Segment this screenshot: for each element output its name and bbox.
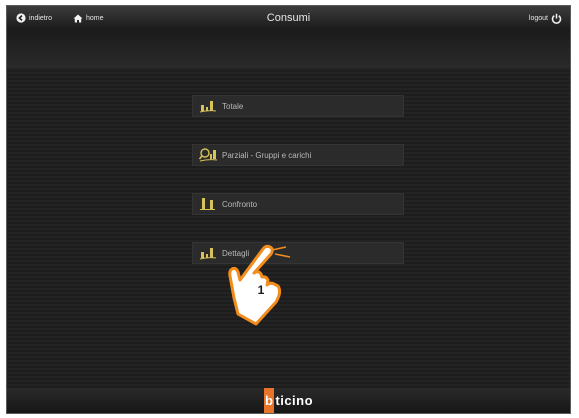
menu-item-dettagli[interactable]: Dettagli: [192, 242, 404, 264]
menu-item-totale[interactable]: Totale: [192, 95, 404, 117]
step-number: 1: [257, 283, 265, 297]
brand-logo: b ticino: [7, 388, 570, 413]
footer-bar: b ticino: [7, 388, 570, 413]
compare-chart-icon: [197, 194, 219, 214]
menu-item-label: Confronto: [222, 199, 258, 209]
menu-item-label: Totale: [222, 101, 244, 111]
magnify-chart-icon: [197, 145, 219, 165]
power-icon: [551, 13, 562, 24]
logout-label: logout: [528, 14, 548, 22]
bar-chart-icon: [197, 96, 219, 116]
header-band: [7, 30, 570, 69]
menu-item-label: Parziali - Gruppi e carichi: [222, 150, 312, 160]
top-bar: indietro home Consumi logout: [7, 6, 570, 31]
page-title: Consumi: [266, 12, 311, 24]
bar-chart-icon: [197, 243, 219, 263]
menu-item-parziali[interactable]: Parziali - Gruppi e carichi: [192, 144, 404, 166]
logout-button[interactable]: logout: [529, 6, 562, 30]
app-window: indietro home Consumi logout Totale Parz…: [6, 5, 571, 414]
menu-area: Totale Parziali - Gruppi e carichi Confr…: [7, 68, 570, 388]
menu-item-confronto[interactable]: Confronto: [192, 193, 404, 215]
